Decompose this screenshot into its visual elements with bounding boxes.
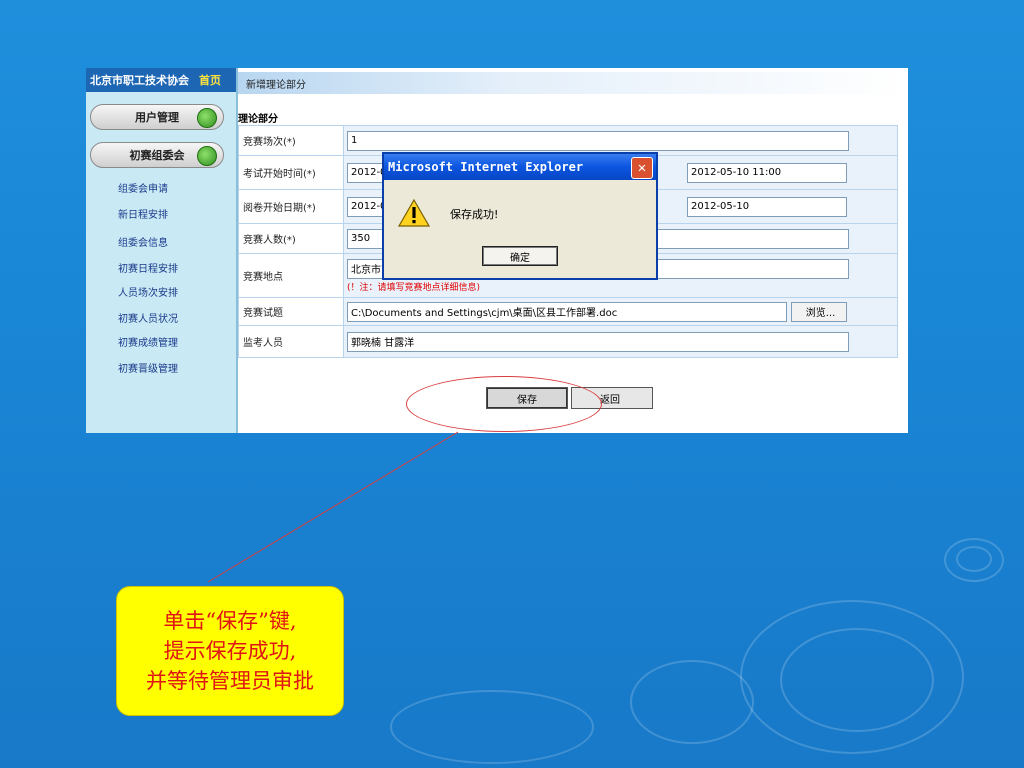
callout-box: 单击“保存”键, 提示保存成功, 并等待管理员审批 <box>116 586 344 716</box>
callout-line: 并等待管理员审批 <box>146 669 314 693</box>
highlight-ellipse <box>406 376 602 432</box>
callout-line: 单击“保存”键, <box>163 609 297 633</box>
callout-line: 提示保存成功, <box>163 639 297 663</box>
